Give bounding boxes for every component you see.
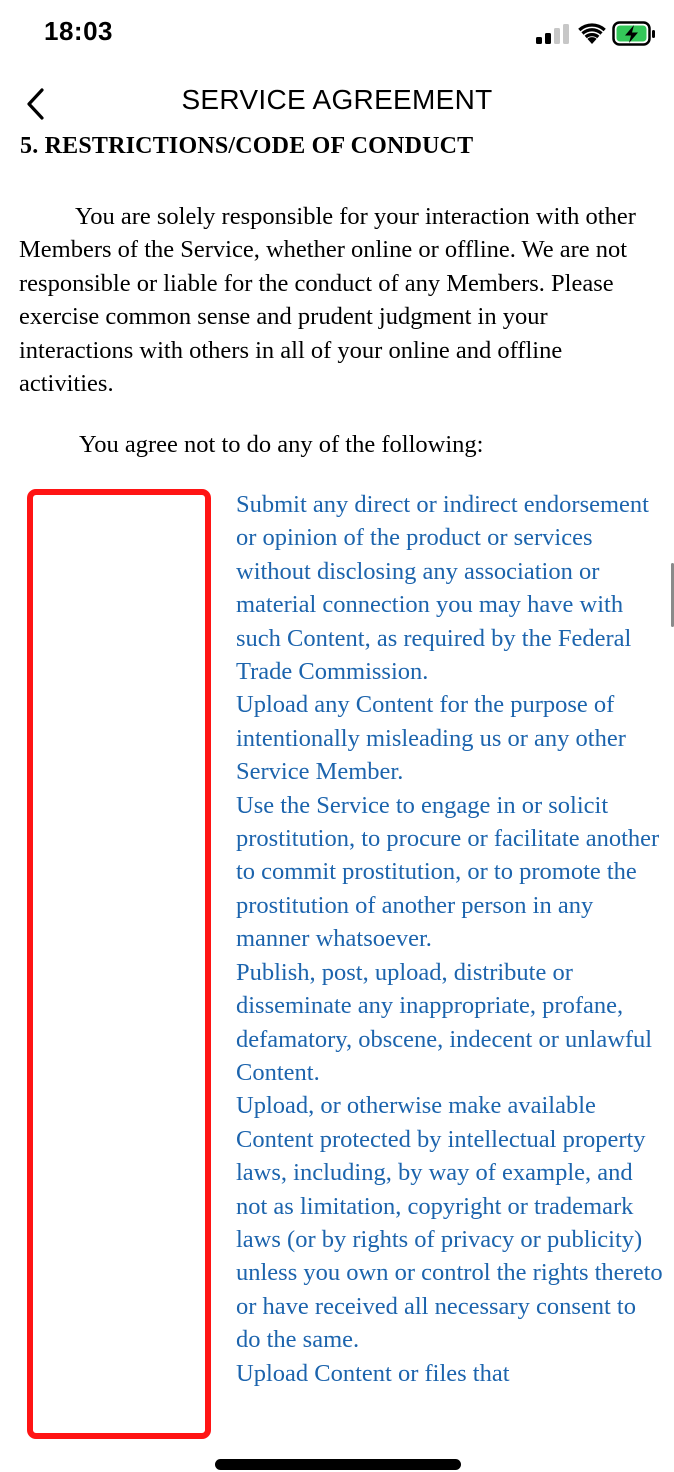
page-title: SERVICE AGREEMENT [181, 84, 493, 115]
restriction-item-endorsement[interactable]: Submit any direct or indirect endorsemen… [236, 488, 666, 688]
status-bar: 18:03 [0, 0, 674, 70]
status-time: 18:03 [44, 16, 113, 46]
nav-header: SERVICE AGREEMENT [0, 78, 674, 126]
paragraph-responsibility: You are solely responsible for your inte… [19, 203, 636, 398]
highlight-box [27, 489, 211, 1439]
signal-icon [536, 24, 569, 44]
restriction-item-misleading[interactable]: Upload any Content for the purpose of in… [236, 688, 666, 788]
restriction-item-prostitution[interactable]: Use the Service to engage in or solicit … [236, 789, 666, 956]
restriction-item-files[interactable]: Upload Content or files that [236, 1357, 666, 1390]
paragraph-agree-intro: You agree not to do any of the following… [79, 431, 484, 458]
wifi-icon [578, 23, 606, 44]
home-indicator[interactable] [215, 1459, 461, 1470]
section-heading: 5. RESTRICTIONS/CODE OF CONDUCT [20, 133, 474, 159]
restrictions-list-container: Submit any direct or indirect endorsemen… [236, 488, 666, 1422]
restriction-item-intellectual-property[interactable]: Upload, or otherwise make available Cont… [236, 1089, 666, 1356]
battery-charging-icon [612, 21, 655, 46]
restrictions-list: Submit any direct or indirect endorsemen… [236, 488, 666, 1390]
restriction-item-inappropriate-content[interactable]: Publish, post, upload, distribute or dis… [236, 956, 666, 1090]
